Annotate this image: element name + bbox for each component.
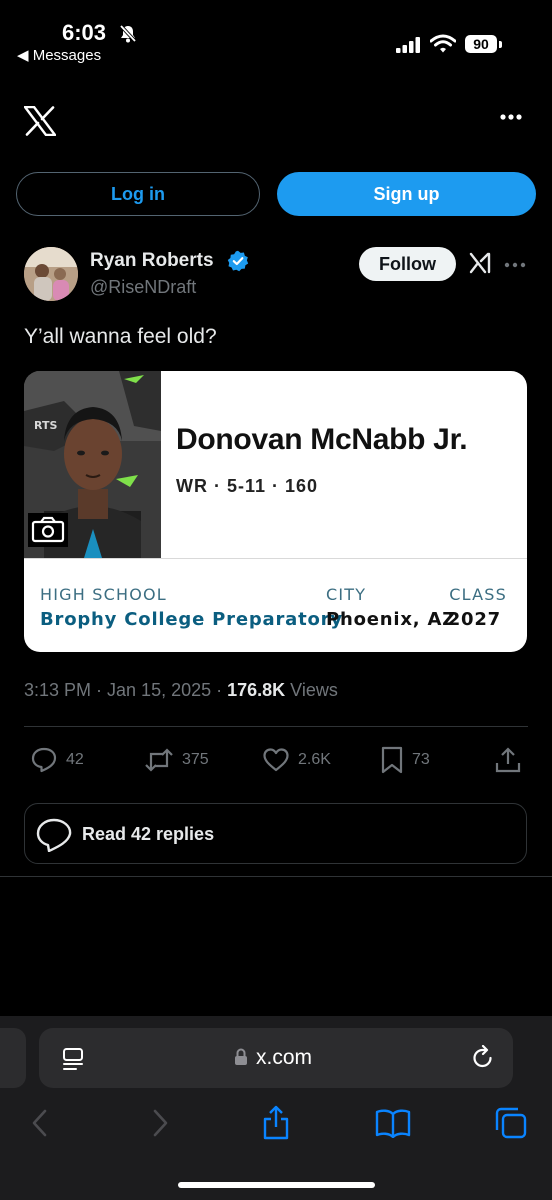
home-indicator[interactable] [178, 1182, 375, 1188]
url-text[interactable]: x.com [256, 1046, 312, 1070]
player-position-info: WR · 5-11 · 160 [176, 476, 319, 496]
reply-button[interactable]: 42 [30, 746, 84, 774]
label-city: CITY [326, 585, 367, 604]
reply-count: 42 [66, 751, 84, 768]
author-handle[interactable]: @RiseNDraft [90, 277, 196, 298]
heart-icon [263, 748, 289, 772]
value-city: Phoenix, AZ [326, 609, 457, 630]
back-arrow-icon: ◀ [17, 47, 33, 64]
lock-icon [235, 1048, 247, 1065]
follow-button[interactable]: Follow [359, 247, 456, 281]
reload-icon[interactable] [471, 1045, 495, 1071]
forward-icon[interactable] [150, 1108, 170, 1138]
svg-text:RTS: RTS [34, 419, 57, 432]
author-name[interactable]: Ryan Roberts [90, 250, 214, 272]
page-menu-icon[interactable] [62, 1047, 84, 1071]
signup-button[interactable]: Sign up [277, 172, 536, 216]
read-replies-label: Read 42 replies [82, 824, 215, 844]
wifi-icon [430, 34, 456, 53]
back-icon[interactable] [30, 1108, 50, 1138]
like-count: 2.6K [298, 751, 331, 768]
value-high-school: Brophy College Preparatory [40, 609, 343, 630]
bookmarks-book-icon[interactable] [375, 1108, 411, 1138]
verified-badge-icon [227, 250, 249, 272]
bookmark-button[interactable]: 73 [380, 746, 430, 774]
bell-muted-icon [119, 24, 137, 43]
share-sheet-icon[interactable] [261, 1104, 291, 1140]
back-app-label: Messages [32, 47, 102, 64]
post-more-icon[interactable] [504, 262, 526, 268]
tabs-icon[interactable] [494, 1106, 528, 1140]
battery-indicator: 90 [465, 35, 497, 53]
reply-icon [31, 747, 57, 773]
player-name: Donovan McNabb Jr. [176, 423, 468, 456]
replies-bubble-icon [36, 818, 72, 852]
status-time: 6:03 [62, 20, 107, 45]
label-high-school: HIGH SCHOOL [40, 585, 167, 604]
post-timestamp[interactable]: 3:13 PM · Jan 15, 2025 · [24, 680, 227, 700]
avatar-photo [24, 247, 78, 301]
bookmark-count: 73 [412, 751, 430, 768]
repost-button[interactable]: 375 [144, 746, 209, 774]
repost-count: 375 [182, 751, 209, 768]
more-options-icon[interactable] [500, 114, 522, 120]
repost-icon [145, 748, 173, 772]
tweet-text: Y’all wanna feel old? [24, 325, 217, 348]
like-button[interactable]: 2.6K [262, 746, 331, 774]
views-label: Views [285, 680, 338, 700]
views-count: 176.8K [227, 680, 286, 700]
post-meta: 3:13 PM · Jan 15, 2025 · 176.8K Views [24, 680, 338, 701]
camera-icon [28, 513, 68, 547]
grok-icon[interactable] [468, 251, 492, 275]
share-icon[interactable] [494, 746, 522, 774]
previous-tab-preview[interactable] [0, 1028, 26, 1088]
divider [0, 876, 552, 877]
battery-tip [499, 41, 502, 48]
signal-icon [396, 37, 420, 53]
avatar[interactable] [24, 247, 78, 301]
value-class: 2027 [447, 609, 501, 630]
back-to-app[interactable]: ◀ Messages [17, 46, 101, 64]
bookmark-icon [381, 746, 403, 774]
login-button[interactable]: Log in [16, 172, 260, 216]
x-logo-icon[interactable] [24, 106, 56, 136]
divider [24, 726, 528, 727]
label-class: CLASS [449, 585, 507, 604]
card-divider [24, 558, 527, 559]
media-card[interactable]: RTS Donovan McNabb Jr. WR · 5-11 · 160 H… [24, 371, 527, 652]
